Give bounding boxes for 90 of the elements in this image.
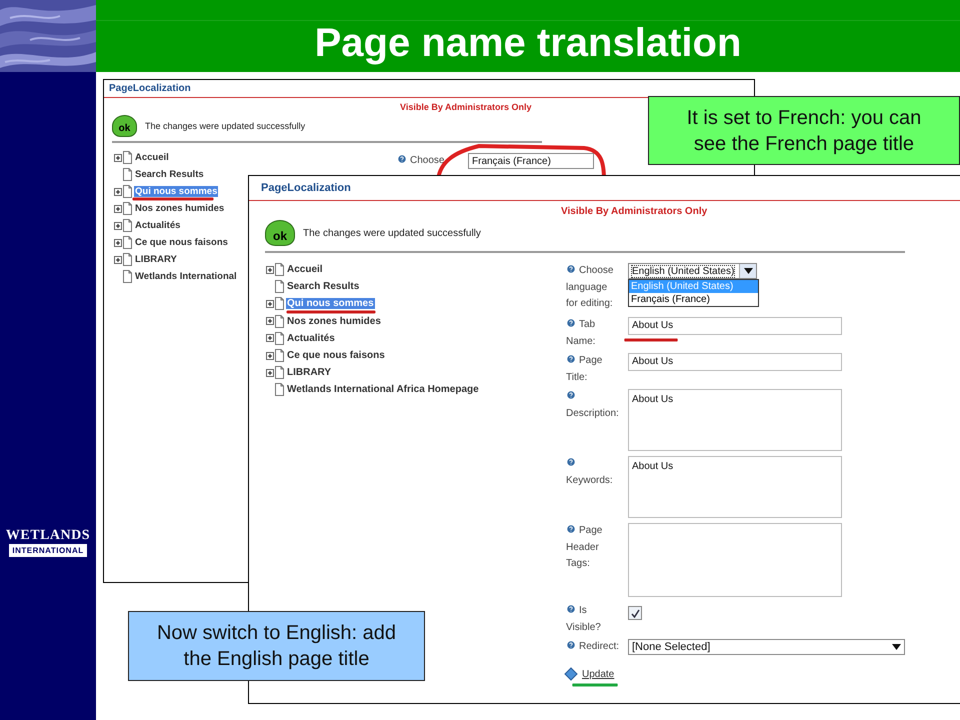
field-label: Choose language for editing: [566,263,614,311]
help-icon[interactable] [566,457,576,467]
expand-icon[interactable] [114,222,122,230]
tree-item[interactable]: Ce que nous faisons [286,350,386,362]
language-dropdown[interactable]: English (United States) [628,263,757,279]
expand-icon[interactable] [114,188,122,196]
expand-icon[interactable] [266,352,274,360]
tree-item[interactable]: Accueil [286,264,324,276]
panel-title: PageLocalization [249,176,960,201]
dropdown-value: English (United States) [632,266,734,276]
dropdown-value: Français (France) [472,156,551,166]
field-label: Choose [397,153,452,170]
tree-item[interactable]: Actualités [286,332,336,344]
page-icon [274,332,285,345]
field-label: Keywords: [566,456,621,489]
field-label: Description: [566,389,621,422]
tree-item[interactable]: LIBRARY [134,254,178,265]
page-icon [122,185,133,198]
caret-icon [744,268,752,274]
page-icon [122,202,133,215]
language-dropdown[interactable]: Français (France) [468,153,594,169]
field-label: Redirect: [566,639,621,656]
help-icon[interactable] [566,390,576,400]
help-icon[interactable] [566,354,576,364]
page-icon [274,263,285,276]
page-icon [274,297,285,310]
help-icon[interactable] [397,154,407,164]
update-link[interactable]: Update [582,668,614,680]
expand-icon[interactable] [266,300,274,308]
expand-icon[interactable] [266,334,274,342]
slide-title: Page name translation [314,20,742,66]
logo-text: WETLANDS [6,528,90,544]
tree-item[interactable]: Search Results [286,281,360,292]
tree-item[interactable]: Search Results [134,169,205,180]
page-icon [122,168,133,181]
page-icon [122,270,133,283]
help-icon[interactable] [566,318,576,328]
field-label: Is Visible? [566,603,602,634]
expand-icon[interactable] [266,368,274,377]
status-message: The changes were updated successfully [303,228,481,238]
status-message: The changes were updated successfully [145,121,306,131]
tree-item[interactable]: Wetlands International [134,271,238,282]
text-field[interactable]: About Us [628,353,842,371]
page-icon [274,280,285,294]
tree-item[interactable]: Qui nous sommes [134,186,218,197]
page-icon [122,236,133,249]
ok-badge: ok [265,220,295,246]
page-icon [122,151,133,164]
page-icon [274,314,285,328]
expand-icon[interactable] [114,204,122,212]
redirect-select[interactable]: [None Selected] [628,639,905,655]
page-icon [122,219,133,232]
tree-item[interactable]: Qui nous sommes [286,298,375,310]
expand-icon[interactable] [266,317,274,326]
tree-item[interactable]: Actualités [134,220,182,231]
expand-icon[interactable] [266,266,274,274]
checkbox[interactable] [628,606,642,620]
help-icon[interactable] [566,524,576,534]
tree-item[interactable]: Wetlands International Africa Homepage [286,384,480,396]
text-area[interactable]: About Us [628,389,842,451]
admin-notice: Visible By Administrators Only [399,102,533,112]
field-label: Page Header Tags: [566,523,604,571]
logo-text: INTERNATIONAL [9,544,87,557]
tree-item[interactable]: Accueil [134,152,170,163]
page-icon [274,349,285,362]
field-label: Tab Name: [566,317,596,348]
tree-item[interactable]: Ce que nous faisons [134,237,229,248]
text-field[interactable]: About Us [628,317,842,335]
page-icon [122,253,133,266]
expand-icon[interactable] [114,256,122,264]
expand-icon[interactable] [114,154,122,162]
tree-item[interactable]: Nos zones humides [134,203,226,214]
diamond-icon [564,667,578,681]
expand-icon[interactable] [114,238,122,246]
caret-icon [892,644,901,650]
page-icon [274,383,285,396]
callout-note: Now switch to English: add the English page title [128,611,425,681]
tree-item[interactable]: LIBRARY [286,367,332,378]
page-icon [274,366,285,380]
help-icon[interactable] [566,264,576,274]
field-label: Page Title: [566,353,604,384]
help-icon[interactable] [566,604,576,614]
admin-notice: Visible By Administrators Only [560,206,708,217]
tree-item[interactable]: Nos zones humides [286,316,382,327]
ok-badge: ok [112,115,137,137]
help-icon[interactable] [566,640,576,650]
callout-note: It is set to French: you can see the French page title [648,96,960,165]
text-area[interactable]: About Us [628,456,842,518]
check-icon [630,608,640,618]
select-value: [None Selected] [632,641,710,653]
